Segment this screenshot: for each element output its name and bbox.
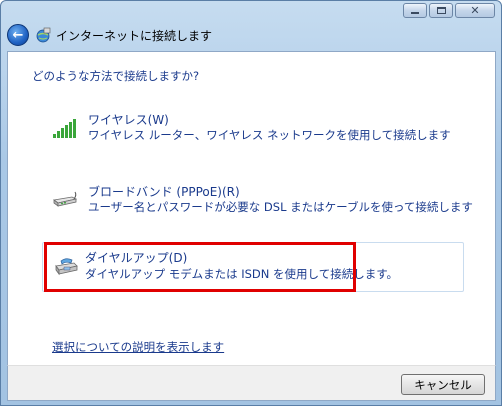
option-dialup-title: ダイヤルアップ(D) [85,251,188,265]
option-broadband[interactable]: ブロードバンド (PPPoE)(R) ユーザー名とパスワードが必要な DSL ま… [48,180,473,224]
back-arrow-icon: ← [12,27,24,43]
network-globe-icon [36,27,51,43]
question-text: どのような方法で接続しますか? [32,69,200,83]
wireless-signal-icon [53,119,76,138]
option-dialup[interactable]: ダイヤルアップ(D) ダイヤルアップ モデムまたは ISDN を使用して接続しま… [44,242,398,292]
broadband-modem-icon [53,191,78,207]
caption-buttons: ✕ [403,3,495,18]
option-wireless-description: ワイヤレス ルーター、ワイヤレス ネットワークを使用して接続します [88,128,451,142]
option-wireless[interactable]: ワイヤレス(W) ワイヤレス ルーター、ワイヤレス ネットワークを使用して接続し… [48,108,451,152]
back-button[interactable]: ← [7,24,29,46]
option-wireless-title: ワイヤレス(W) [88,113,169,127]
wizard-title: インターネットに接続します [56,28,213,43]
wizard-window: ✕ ← インターネットに接続します どのような方法で接続しますか? ワイヤレス(… [0,0,502,406]
option-broadband-description: ユーザー名とパスワードが必要な DSL またはケーブルを使って接続します [88,200,473,214]
wizard-footer: キャンセル [7,365,496,401]
help-link[interactable]: 選択についての説明を表示します [52,339,224,355]
option-dialup-description: ダイヤルアップ モデムまたは ISDN を使用して接続します。 [85,267,399,281]
minimize-button[interactable] [403,3,427,18]
dialup-phone-icon [55,258,78,276]
wizard-content: どのような方法で接続しますか? ワイヤレス(W) ワイヤレス ルーター、ワイヤレ… [7,51,496,365]
close-icon: ✕ [470,4,480,17]
option-broadband-title: ブロードバンド (PPPoE)(R) [88,185,240,199]
close-button[interactable]: ✕ [455,3,495,18]
wizard-header: ← インターネットに接続します [7,23,212,47]
maximize-icon [436,7,446,14]
maximize-button[interactable] [429,3,453,18]
cancel-button[interactable]: キャンセル [401,374,485,395]
minimize-icon [411,12,419,14]
